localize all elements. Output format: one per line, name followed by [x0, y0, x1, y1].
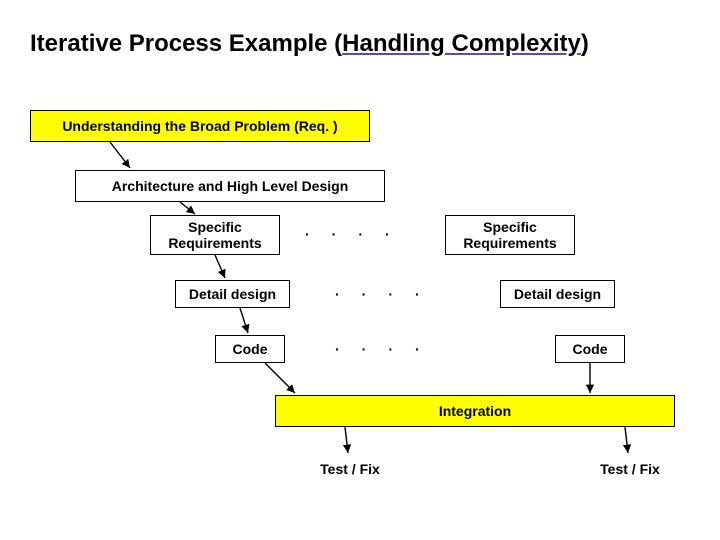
title-prefix: Iterative Process Example (: [30, 30, 342, 57]
label-specreq-left: Specific Requirements: [168, 219, 261, 251]
label-code-right: Code: [573, 341, 608, 357]
box-detail-left: Detail design: [175, 280, 290, 308]
dot: ·: [335, 341, 340, 357]
box-integration: Integration: [275, 395, 675, 427]
dot: ·: [388, 341, 393, 357]
label-specreq-right: Specific Requirements: [463, 219, 556, 251]
box-code-right: Code: [555, 335, 625, 363]
dot: ·: [335, 286, 340, 302]
dot: ·: [362, 341, 367, 357]
dot: ·: [415, 286, 420, 302]
box-code-left: Code: [215, 335, 285, 363]
label-code-left: Code: [233, 341, 268, 357]
dot: ·: [388, 286, 393, 302]
title-underlined: Handling Complexity: [342, 30, 581, 57]
dots-row-3: · · · ·: [335, 341, 420, 357]
title-suffix: ): [581, 30, 589, 57]
box-architecture: Architecture and High Level Design: [75, 170, 385, 202]
box-specreq-right: Specific Requirements: [445, 215, 575, 255]
dot: ·: [332, 226, 337, 242]
label-integration: Integration: [439, 403, 511, 419]
dots-row-1: · · · ·: [305, 226, 390, 242]
label-architecture: Architecture and High Level Design: [112, 178, 349, 194]
dot: ·: [358, 226, 363, 242]
box-testfix-right: Test / Fix: [585, 455, 675, 483]
box-detail-right: Detail design: [500, 280, 615, 308]
dot: ·: [385, 226, 390, 242]
label-detail-left: Detail design: [189, 286, 276, 302]
slide-title: Iterative Process Example (Handling Comp…: [30, 30, 589, 58]
box-specreq-left: Specific Requirements: [150, 215, 280, 255]
dot: ·: [415, 341, 420, 357]
box-testfix-left: Test / Fix: [305, 455, 395, 483]
box-understanding: Understanding the Broad Problem (Req. ): [30, 110, 370, 142]
dots-row-2: · · · ·: [335, 286, 420, 302]
label-understanding: Understanding the Broad Problem (Req. ): [62, 118, 337, 134]
label-testfix-right: Test / Fix: [600, 461, 660, 477]
label-testfix-left: Test / Fix: [320, 461, 380, 477]
dot: ·: [305, 226, 310, 242]
label-detail-right: Detail design: [514, 286, 601, 302]
dot: ·: [362, 286, 367, 302]
